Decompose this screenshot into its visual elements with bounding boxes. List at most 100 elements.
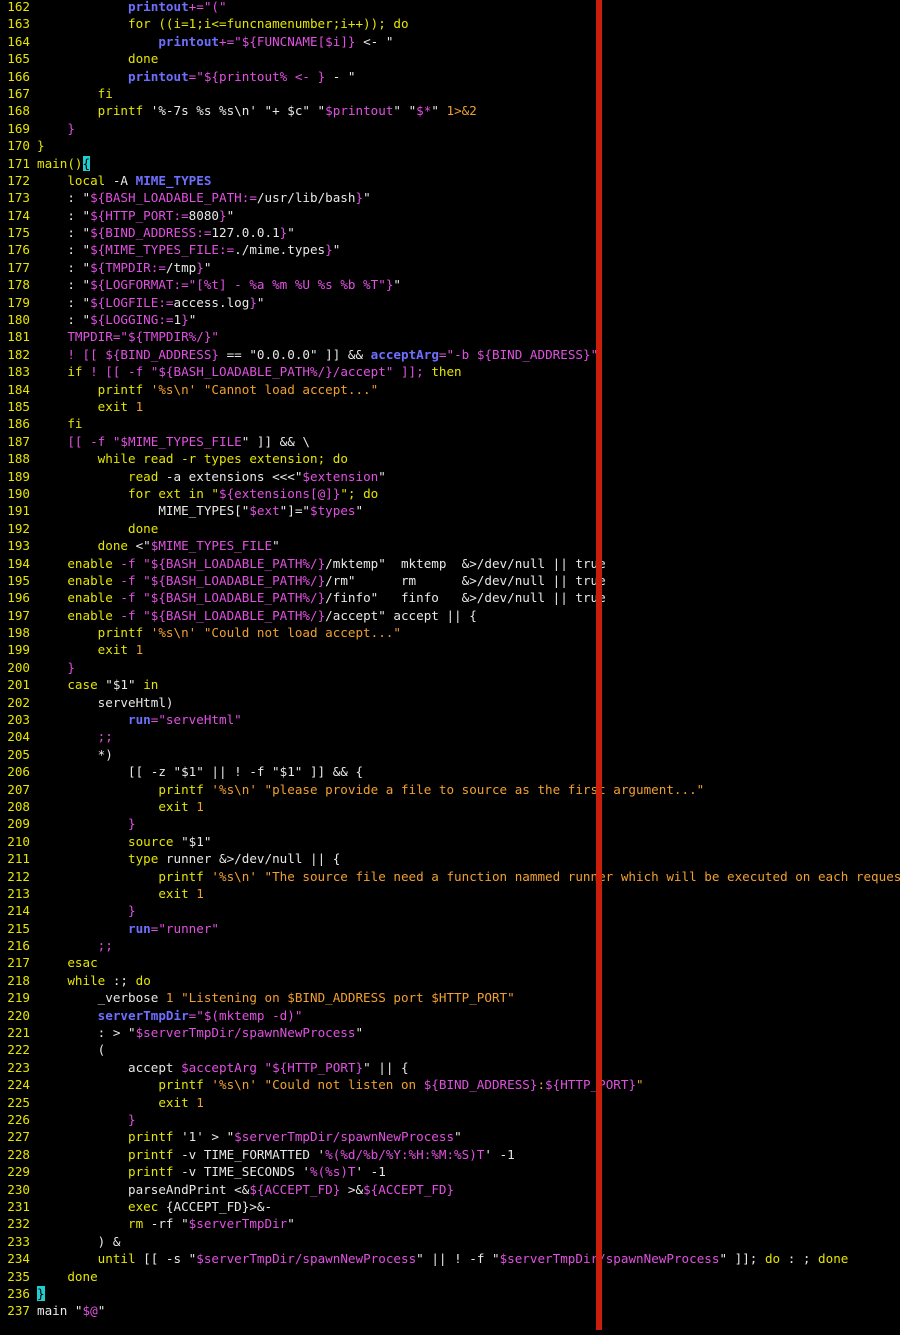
code-line[interactable]: 206 [[ -z "$1" || ! -f "$1" ]] && { [0, 763, 900, 780]
line-number: 176 [7, 242, 30, 258]
code-line[interactable]: 191 MIME_TYPES["$ext"]="$types" [0, 502, 900, 519]
code-line[interactable]: 188 while read -r types extension; do [0, 450, 900, 467]
code-text: exit 1 [37, 1094, 204, 1111]
code-line[interactable]: 162 printout+="(" [0, 0, 900, 15]
code-token: " ]] && \ [241, 433, 310, 449]
code-line[interactable]: 199 exit 1 [0, 641, 900, 658]
code-token: "$1" [97, 677, 144, 693]
code-line[interactable]: 225 exit 1 [0, 1094, 900, 1111]
code-line[interactable]: 169 } [0, 120, 900, 137]
code-line[interactable]: 234 until [[ -s "$serverTmpDir/spawnNewP… [0, 1250, 900, 1267]
code-line[interactable]: 167 fi [0, 85, 900, 102]
code-line[interactable]: 202 serveHtml) [0, 694, 900, 711]
code-line[interactable]: 213 exit 1 [0, 885, 900, 902]
code-line[interactable]: 177 : "${TMPDIR:=/tmp}" [0, 259, 900, 276]
code-line[interactable]: 171 main(){ [0, 155, 900, 172]
code-line[interactable]: 205 *) [0, 746, 900, 763]
code-line[interactable]: 166 printout="${printout% <- } - " [0, 68, 900, 85]
code-line[interactable]: 223 accept $acceptArg "${HTTP_PORT}" || … [0, 1059, 900, 1076]
code-line[interactable]: 181 TMPDIR="${TMPDIR%/}" [0, 328, 900, 345]
code-line[interactable]: 222 ( [0, 1041, 900, 1058]
code-line[interactable]: 220 serverTmpDir="$(mktemp -d)" [0, 1007, 900, 1024]
code-line[interactable]: 216 ;; [0, 937, 900, 954]
code-line[interactable]: 174 : "${HTTP_PORT:=8080}" [0, 207, 900, 224]
code-token: ${printout% <- } [203, 68, 326, 84]
code-token: -v TIME_SECONDS ' [173, 1164, 310, 1180]
code-token: while [67, 972, 106, 988]
code-line[interactable]: 187 [[ -f "$MIME_TYPES_FILE" ]] && \ [0, 433, 900, 450]
code-line[interactable]: 190 for ext in "${extensions[@]}"; do [0, 485, 900, 502]
code-token: 1 [128, 642, 144, 658]
code-text: parseAndPrint <&${ACCEPT_FD} >&${ACCEPT_… [37, 1181, 454, 1198]
line-number: 177 [7, 259, 30, 275]
code-line[interactable]: 185 exit 1 [0, 398, 900, 415]
code-line[interactable]: 176 : "${MIME_TYPES_FILE:=./mime.types}" [0, 241, 900, 258]
code-line[interactable]: 200 } [0, 659, 900, 676]
code-line[interactable]: 193 done <"$MIME_TYPES_FILE" [0, 537, 900, 554]
code-line[interactable]: 201 case "$1" in [0, 676, 900, 693]
code-line[interactable]: 228 printf -v TIME_FORMATTED '%(%d/%b/%Y… [0, 1146, 900, 1163]
code-line[interactable]: 224 printf '%s\n' "Could not listen on $… [0, 1076, 900, 1093]
code-line[interactable]: 164 printout+="${FUNCNAME[$i]} <- " [0, 33, 900, 50]
code-line[interactable]: 230 parseAndPrint <&${ACCEPT_FD} >&${ACC… [0, 1181, 900, 1198]
code-line[interactable]: 192 done [0, 520, 900, 537]
code-line[interactable]: 178 : "${LOGFORMAT:="[%t] - %a %m %U %s … [0, 276, 900, 293]
code-text: ;; [37, 937, 113, 954]
code-line[interactable]: 237 main "$@" [0, 1302, 900, 1319]
code-line[interactable]: 189 read -a extensions <<<"$extension" [0, 468, 900, 485]
code-line[interactable]: 215 run="runner" [0, 920, 900, 937]
code-line[interactable]: 236} [0, 1285, 900, 1302]
code-line[interactable]: 175 : "${BIND_ADDRESS:=127.0.0.1}" [0, 224, 900, 241]
code-line[interactable]: 227 printf '1' > "$serverTmpDir/spawnNew… [0, 1128, 900, 1145]
code-line[interactable]: 209 } [0, 815, 900, 832]
code-token: == "0.0.0.0" ]] && [219, 346, 371, 362]
code-line[interactable]: 170} [0, 137, 900, 154]
code-line[interactable]: 211 type runner &>/dev/null || { [0, 850, 900, 867]
code-line[interactable]: 229 printf -v TIME_SECONDS '%(%s)T' -1 [0, 1163, 900, 1180]
code-line[interactable]: 232 rm -rf "$serverTmpDir" [0, 1215, 900, 1232]
code-line[interactable]: 198 printf '%s\n' "Could not load accept… [0, 624, 900, 641]
code-line[interactable]: 233 ) & [0, 1233, 900, 1250]
code-text: : "${LOGGING:=1}" [37, 311, 196, 328]
code-line[interactable]: 172 local -A MIME_TYPES [0, 172, 900, 189]
code-token: ${BASH_LOADABLE_PATH%/} [150, 590, 326, 606]
code-line[interactable]: 210 source "$1" [0, 833, 900, 850]
line-number: 232 [7, 1216, 30, 1232]
code-line[interactable]: 207 printf '%s\n' "please provide a file… [0, 781, 900, 798]
code-line[interactable]: 180 : "${LOGGING:=1}" [0, 311, 900, 328]
code-line[interactable]: 218 while :; do [0, 972, 900, 989]
code-text: source "$1" [37, 833, 211, 850]
code-line[interactable]: 184 printf '%s\n' "Cannot load accept...… [0, 381, 900, 398]
code-line[interactable]: 197 enable -f "${BASH_LOADABLE_PATH%/}/a… [0, 607, 900, 624]
text-cursor: { [82, 155, 91, 171]
code-line[interactable]: 231 exec {ACCEPT_FD}>&- [0, 1198, 900, 1215]
line-number: 206 [7, 764, 30, 780]
code-line[interactable]: 163 for ((i=1;i<=funcnamenumber;i++)); d… [0, 15, 900, 32]
code-line[interactable]: 182 ! [[ ${BIND_ADDRESS} == "0.0.0.0" ]]… [0, 346, 900, 363]
code-line[interactable]: 221 : > "$serverTmpDir/spawnNewProcess" [0, 1024, 900, 1041]
code-line[interactable]: 204 ;; [0, 728, 900, 745]
code-line[interactable]: 194 enable -f "${BASH_LOADABLE_PATH%/}/m… [0, 555, 900, 572]
code-line[interactable]: 186 fi [0, 415, 900, 432]
code-line[interactable]: 173 : "${BASH_LOADABLE_PATH:=/usr/lib/ba… [0, 189, 900, 206]
code-line[interactable]: 235 done [0, 1268, 900, 1285]
code-line[interactable]: 208 exit 1 [0, 798, 900, 815]
code-line[interactable]: 219 _verbose 1 "Listening on $BIND_ADDRE… [0, 989, 900, 1006]
code-line[interactable]: 226 } [0, 1111, 900, 1128]
code-line[interactable]: 212 printf '%s\n' "The source file need … [0, 868, 900, 885]
code-editor[interactable]: 162 printout+="(" 163 for ((i=1;i<=funcna… [0, 0, 900, 1320]
code-token: printout [128, 68, 189, 84]
code-line[interactable]: 217 esac [0, 954, 900, 971]
code-line[interactable]: 183 if ! [[ -f "${BASH_LOADABLE_PATH%/}/… [0, 363, 900, 380]
code-line[interactable]: 214 } [0, 902, 900, 919]
code-line[interactable]: 203 run="serveHtml" [0, 711, 900, 728]
code-line[interactable]: 179 : "${LOGFILE:=access.log}" [0, 294, 900, 311]
code-line[interactable]: 196 enable -f "${BASH_LOADABLE_PATH%/}/f… [0, 589, 900, 606]
code-line[interactable]: 165 done [0, 50, 900, 67]
code-line[interactable]: 195 enable -f "${BASH_LOADABLE_PATH%/}/r… [0, 572, 900, 589]
code-line[interactable]: 168 printf '%-7s %s %s\n' "+ $c" "$print… [0, 102, 900, 119]
line-number: 180 [7, 312, 30, 328]
